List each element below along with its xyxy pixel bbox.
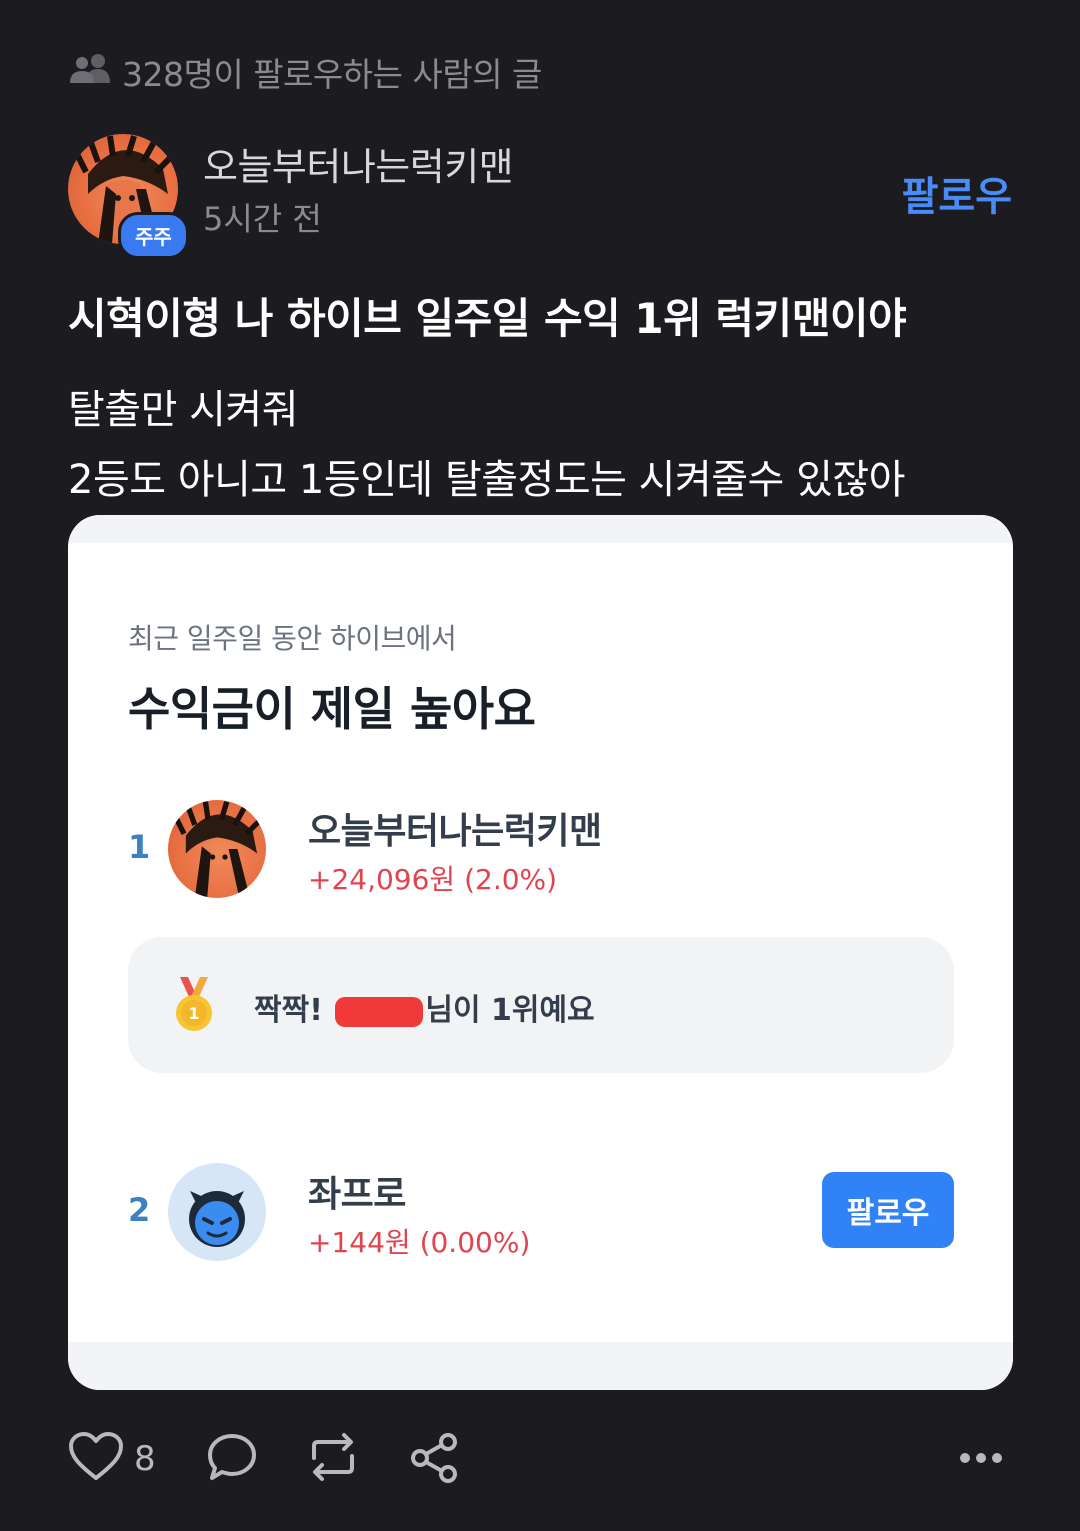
medal-icon: 1	[172, 977, 216, 1037]
like-button[interactable]: 8	[68, 1432, 156, 1486]
comment-icon	[206, 1432, 258, 1486]
card-bottom-band	[68, 1342, 1013, 1390]
followers-text: 328명이 팔로우하는 사람의 글	[122, 55, 542, 94]
follow-button[interactable]: 팔로우	[822, 1172, 954, 1248]
rank-number: 1	[128, 828, 151, 866]
repost-icon	[304, 1432, 362, 1486]
rank-name: 오늘부터나는럭키맨	[308, 811, 602, 852]
followers-line: 328명이 팔로우하는 사람의 글	[68, 48, 542, 96]
post-title: 시혁이형 나 하이브 일주일 수익 1위 럭키맨이야	[68, 294, 907, 343]
card-title: 수익금이 제일 높아요	[128, 682, 536, 736]
more-icon	[958, 1450, 1004, 1469]
like-count: 8	[134, 1439, 156, 1479]
share-icon	[408, 1432, 460, 1488]
rank-row: 1 오늘부터나는럭키맨 +24,096원 (2.0%)	[128, 800, 958, 900]
rank-name: 좌프로	[308, 1174, 406, 1215]
share-button[interactable]	[408, 1432, 460, 1488]
post-body-line: 탈출만 시켜줘	[68, 387, 299, 433]
card-subtitle: 최근 일주일 동안 하이브에서	[128, 622, 457, 655]
post-time: 5시간 전	[203, 200, 322, 238]
author-row: 주주 오늘부터나는럭키맨 5시간 전 팔로우	[68, 134, 1012, 259]
shareholder-badge: 주주	[118, 212, 189, 259]
card-top-band	[68, 515, 1013, 543]
congrats-banner: 1 짝짝! 님이 1위예요	[128, 937, 954, 1073]
svg-text:1: 1	[188, 1004, 199, 1023]
post-body: 탈출만 시켜줘 2등도 아니고 1등인데 탈출정도는 시켜줄수 있잖아	[68, 375, 905, 515]
post-body-line: 2등도 아니고 1등인데 탈출정도는 시켜줄수 있잖아	[68, 457, 905, 503]
action-bar: 8	[68, 1432, 1012, 1496]
ranking-card[interactable]: 최근 일주일 동안 하이브에서 수익금이 제일 높아요 1 오늘부터나는럭키맨 …	[68, 515, 1013, 1390]
rank-number: 2	[128, 1191, 151, 1229]
follow-link[interactable]: 팔로우	[902, 164, 1012, 222]
redaction-mark	[335, 996, 424, 1027]
congrats-text: 짝짝! 님이 1위예요	[254, 985, 595, 1029]
comment-button[interactable]	[206, 1432, 258, 1486]
rank-profit: +144원 (0.00%)	[308, 1226, 531, 1259]
author-name[interactable]: 오늘부터나는럭키맨	[203, 136, 514, 191]
rank-avatar	[168, 1163, 266, 1261]
rank-profit: +24,096원 (2.0%)	[308, 863, 558, 896]
rank-avatar	[168, 800, 266, 898]
people-icon	[68, 52, 112, 92]
heart-icon	[68, 1432, 124, 1486]
repost-button[interactable]	[304, 1432, 362, 1486]
more-button[interactable]	[958, 1450, 1004, 1469]
congrats-prefix: 짝짝!	[254, 993, 323, 1028]
congrats-suffix: 님이 1위예요	[425, 993, 595, 1028]
